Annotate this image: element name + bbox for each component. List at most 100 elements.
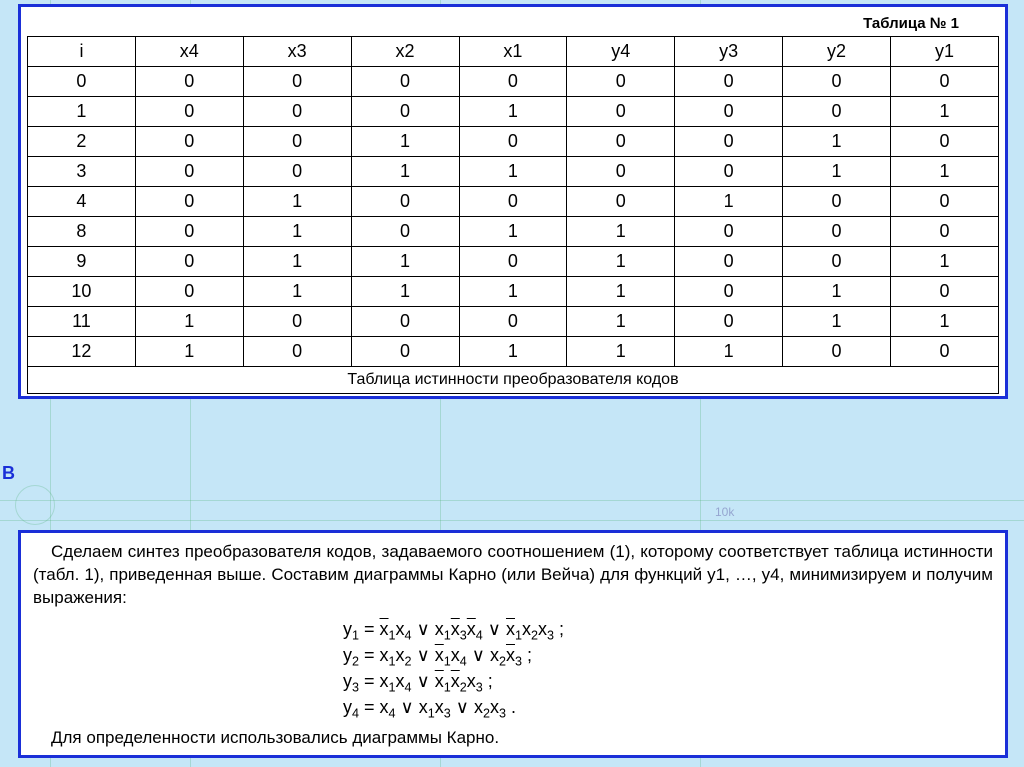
cell: 0: [675, 97, 783, 127]
col-header: y2: [783, 37, 891, 67]
cell: 0: [135, 247, 243, 277]
cell: 1: [567, 217, 675, 247]
cell: 0: [351, 67, 459, 97]
table-label: Таблица № 1: [27, 13, 999, 36]
cell: 1: [675, 337, 783, 367]
cell: 4: [28, 187, 136, 217]
table-row: 1001111010: [28, 277, 999, 307]
cell: 0: [135, 157, 243, 187]
cell: 0: [891, 337, 999, 367]
cell: 0: [459, 247, 567, 277]
cell: 0: [567, 67, 675, 97]
cell: 8: [28, 217, 136, 247]
formula-y2: y2 = x1x2 ∨ x1x4 ∨ x2x3 ;: [343, 644, 683, 670]
cell: 0: [135, 217, 243, 247]
table-row: 1110001011: [28, 307, 999, 337]
formula-y4: y4 = x4 ∨ x1x3 ∨ x2x3 .: [343, 696, 683, 722]
synthesis-paragraph: Сделаем синтез преобразователя кодов, за…: [33, 541, 993, 610]
table-row: 801011000: [28, 217, 999, 247]
cell: 1: [567, 277, 675, 307]
cell: 0: [28, 67, 136, 97]
cell: 1: [351, 247, 459, 277]
formula-block: y1 = x1x4 ∨ x1x3x4 ∨ x1x2x3 ; y2 = x1x2 …: [343, 618, 683, 722]
cell: 1: [459, 217, 567, 247]
cell: 1: [28, 97, 136, 127]
cell: 0: [459, 127, 567, 157]
cell: 0: [243, 97, 351, 127]
cell: 0: [675, 217, 783, 247]
cell: 0: [567, 157, 675, 187]
truth-table-box: Таблица № 1 ix4x3x2x1y4y3y2y1 0000000001…: [18, 4, 1008, 399]
cell: 0: [459, 307, 567, 337]
cell: 2: [28, 127, 136, 157]
col-header: x2: [351, 37, 459, 67]
cell: 3: [28, 157, 136, 187]
cell: 1: [243, 187, 351, 217]
cell: 0: [675, 67, 783, 97]
cell: 1: [459, 277, 567, 307]
cell: 0: [891, 127, 999, 157]
cell: 1: [783, 157, 891, 187]
cell: 0: [783, 97, 891, 127]
cell: 0: [675, 247, 783, 277]
table-caption: Таблица истинности преобразователя кодов: [27, 366, 999, 394]
cell: 0: [135, 67, 243, 97]
cell: 0: [135, 277, 243, 307]
cell: 0: [459, 187, 567, 217]
col-header: y3: [675, 37, 783, 67]
cell: 0: [783, 217, 891, 247]
cell: 1: [567, 247, 675, 277]
cell: 0: [783, 337, 891, 367]
bg-label-10k: 10k: [715, 505, 734, 519]
col-header: x4: [135, 37, 243, 67]
cell: 0: [351, 97, 459, 127]
cell: 0: [459, 67, 567, 97]
cell: 0: [567, 97, 675, 127]
cell: 0: [351, 307, 459, 337]
col-header: y1: [891, 37, 999, 67]
cell: 0: [675, 127, 783, 157]
cell: 1: [783, 127, 891, 157]
cell: 0: [243, 127, 351, 157]
cell: 0: [243, 307, 351, 337]
cell: 0: [135, 97, 243, 127]
cell: 1: [783, 277, 891, 307]
cell: 0: [351, 337, 459, 367]
col-header: x1: [459, 37, 567, 67]
formula-y3: y3 = x1x4 ∨ x1x2x3 ;: [343, 670, 683, 696]
cell: 1: [351, 127, 459, 157]
cell: 1: [459, 97, 567, 127]
stray-letter: В: [2, 463, 15, 484]
cell: 10: [28, 277, 136, 307]
col-header: i: [28, 37, 136, 67]
footer-line: Для определенности использовались диагра…: [33, 728, 993, 748]
cell: 0: [675, 157, 783, 187]
cell: 1: [243, 277, 351, 307]
cell: 12: [28, 337, 136, 367]
cell: 1: [351, 277, 459, 307]
cell: 1: [351, 157, 459, 187]
cell: 0: [783, 67, 891, 97]
cell: 0: [135, 127, 243, 157]
cell: 0: [675, 277, 783, 307]
cell: 1: [459, 337, 567, 367]
cell: 1: [243, 247, 351, 277]
cell: 0: [135, 187, 243, 217]
cell: 0: [351, 217, 459, 247]
table-row: 901101001: [28, 247, 999, 277]
cell: 0: [891, 217, 999, 247]
formula-y1: y1 = x1x4 ∨ x1x3x4 ∨ x1x2x3 ;: [343, 618, 683, 644]
cell: 1: [135, 337, 243, 367]
cell: 0: [567, 187, 675, 217]
cell: 9: [28, 247, 136, 277]
cell: 1: [891, 307, 999, 337]
cell: 0: [783, 187, 891, 217]
table-row: 000000000: [28, 67, 999, 97]
cell: 1: [135, 307, 243, 337]
cell: 0: [891, 67, 999, 97]
table-row: 100010001: [28, 97, 999, 127]
cell: 0: [243, 337, 351, 367]
truth-table: ix4x3x2x1y4y3y2y1 0000000001000100012001…: [27, 36, 999, 367]
explanation-box: Сделаем синтез преобразователя кодов, за…: [18, 530, 1008, 758]
table-row: 300110011: [28, 157, 999, 187]
